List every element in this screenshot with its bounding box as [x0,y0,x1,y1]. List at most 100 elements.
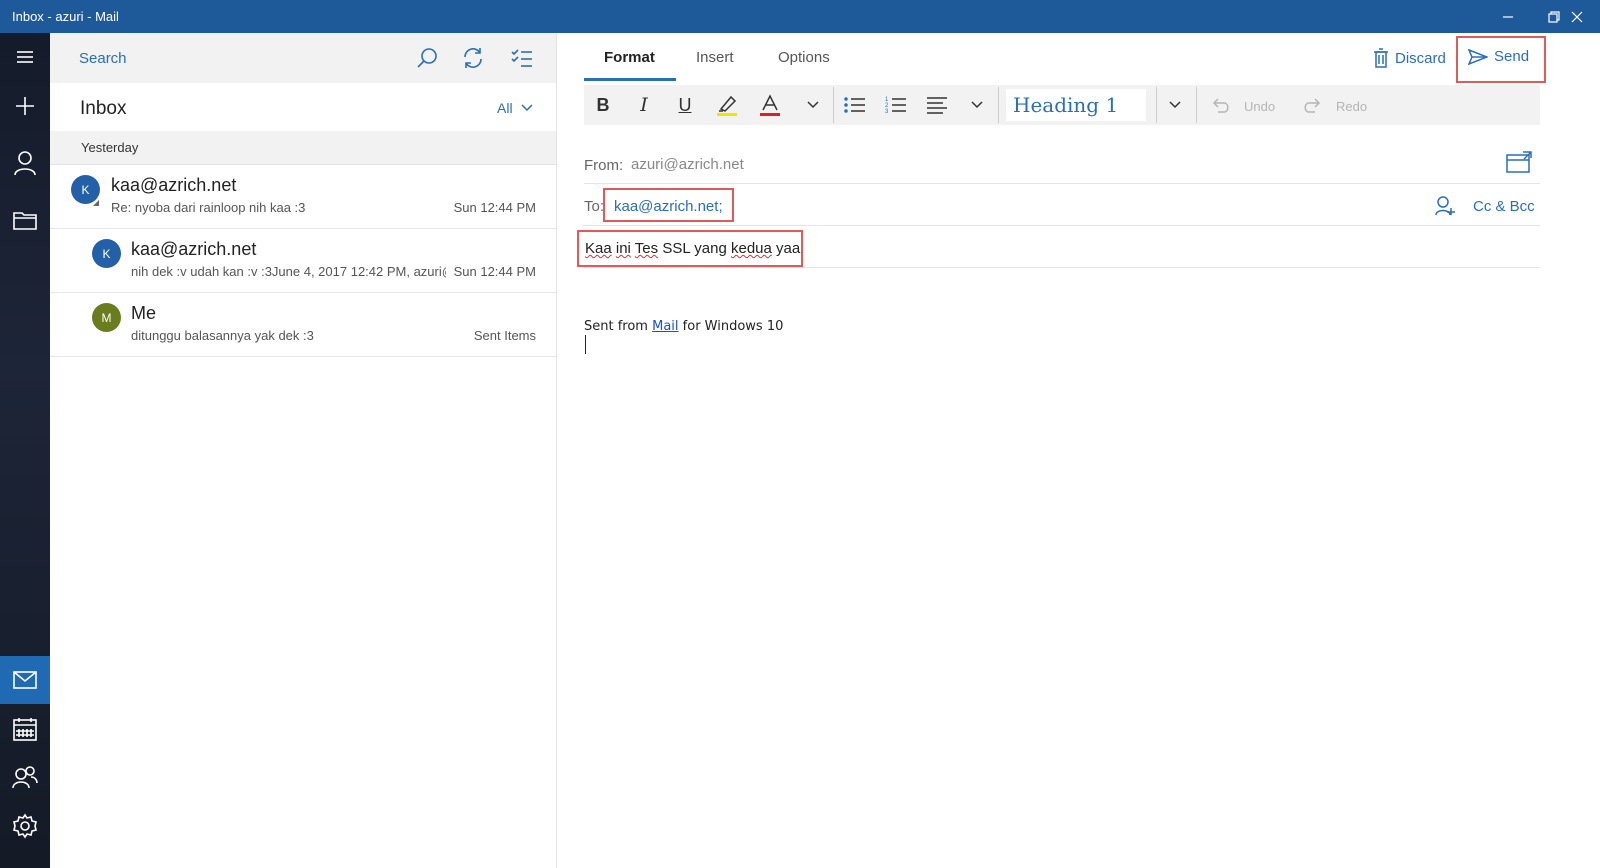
discard-button[interactable]: Discard [1373,48,1446,68]
new-mail-button[interactable] [0,82,50,130]
style-dropdown-button[interactable] [1162,85,1188,125]
calendar-button[interactable] [0,705,50,753]
active-tab-indicator [584,78,676,81]
text-cursor [585,335,586,354]
bold-button[interactable]: B [590,85,616,125]
undo-button[interactable] [1208,85,1232,125]
message-sender: kaa@azrich.net [111,175,237,195]
bold-icon: B [596,94,610,115]
selection-mode-button[interactable] [499,33,545,83]
folder-icon [13,212,37,230]
font-color-button[interactable] [755,85,785,125]
style-selector[interactable]: Heading 1 [1006,89,1146,121]
popout-button[interactable] [1506,151,1532,178]
to-row: To: kaa@azrich.net; Cc & Bcc [584,185,1540,226]
toolbar-separator [1156,87,1157,123]
subject-word: Kaa [585,240,612,257]
to-label: To: [584,198,605,215]
plus-icon [16,97,34,115]
message-time: Sun 12:44 PM [453,200,536,215]
sync-button[interactable] [450,33,496,83]
people-button[interactable] [0,753,50,801]
underline-icon: U [678,94,692,115]
mail-button[interactable] [0,656,50,704]
list-item[interactable]: K kaa@azrich.net nih dek :v udah kan :v … [50,229,556,293]
numbered-list-icon: 123 [885,97,906,115]
popout-window-icon [1506,151,1532,173]
redo-label: Redo [1336,99,1368,114]
send-icon [1468,48,1488,65]
add-person-icon [1435,196,1455,216]
checklist-icon [511,49,532,67]
redo-icon [1304,98,1321,113]
toolbar-separator [998,87,999,123]
list-item[interactable]: K kaa@azrich.net Re: nyoba dari rainloop… [50,165,556,229]
message-body[interactable]: Sent from Mail for Windows 10 [584,319,783,334]
discard-label: Discard [1395,49,1446,67]
avatar: K [92,239,121,268]
settings-button[interactable] [0,802,50,850]
from-row: From: azuri@azrich.net [584,143,1540,184]
person-icon [14,151,36,176]
trash-icon [1374,48,1388,68]
underline-button[interactable]: U [672,85,698,125]
add-contact-button[interactable] [1435,196,1455,221]
signature-prefix: Sent from [584,319,648,334]
search-button[interactable] [404,33,450,83]
toolbar-separator [833,87,834,123]
message-sender: Me [131,303,157,323]
mail-icon [13,671,37,689]
list-item[interactable]: M Me ditunggu balasannya yak dek :3 Sent… [50,293,556,357]
search-input[interactable]: Search [79,50,127,67]
close-button[interactable] [1554,0,1600,33]
gear-icon [13,813,37,839]
redo-button[interactable] [1301,85,1325,125]
cc-bcc-button[interactable]: Cc & Bcc [1473,198,1535,215]
align-button[interactable] [922,85,952,125]
align-left-icon [927,97,947,114]
font-more-button[interactable] [800,85,826,125]
numbering-button[interactable]: 123 [881,85,911,125]
group-header: Yesterday [50,131,556,165]
window-title: Inbox - azuri - Mail [12,9,119,24]
subject-word: yang [694,240,727,257]
message-preview: ditunggu balasannya yak dek :3 [131,328,314,343]
from-field[interactable]: azuri@azrich.net [631,156,744,173]
navigation-rail [0,33,50,868]
subject-word: yaa [776,240,801,257]
bullets-button[interactable] [840,85,870,125]
undo-label: Undo [1244,99,1276,114]
tab-format[interactable]: Format [604,49,655,66]
folders-button[interactable] [0,196,50,244]
tab-options[interactable]: Options [778,49,830,66]
message-preview: Re: nyoba dari rainloop nih kaa :3 [111,200,306,215]
italic-button[interactable]: I [631,85,657,125]
filter-label: All [497,100,513,116]
signature-mail-link[interactable]: Mail [652,319,678,334]
folder-title: Inbox [80,98,127,119]
minimize-button[interactable] [1485,0,1531,33]
avatar-initial: K [102,246,111,261]
format-toolbar: B I U 123 Heading 1 Undo Redo [584,85,1540,125]
message-preview: nih dek :v udah kan :v :3June 4, 2017 12… [131,264,446,279]
thread-expand-icon[interactable] [93,200,99,206]
chevron-down-icon [971,101,983,109]
calendar-icon [13,718,37,741]
group-label: Yesterday [81,140,139,155]
tab-insert[interactable]: Insert [696,49,734,66]
hamburger-menu-button[interactable] [0,33,50,81]
subject-field[interactable]: Kaa ini Tes SSL yang kedua yaa [585,240,800,257]
undo-icon [1212,98,1229,113]
subject-word: SSL [662,240,691,257]
send-button[interactable]: Send [1468,48,1529,65]
compose-pane: Format Insert Options Discard Send B I U… [557,33,1600,868]
paragraph-more-button[interactable] [964,85,990,125]
highlight-button[interactable] [712,85,742,125]
message-list-pane: Search Inbox All Yesterday K kaa@azrich.… [50,33,557,868]
to-recipient[interactable]: kaa@azrich.net; [614,198,723,215]
subject-word: Tes [634,240,659,257]
filter-dropdown[interactable]: All [497,100,533,116]
accounts-button[interactable] [0,139,50,187]
close-icon [1571,11,1583,22]
hamburger-icon [17,51,33,63]
